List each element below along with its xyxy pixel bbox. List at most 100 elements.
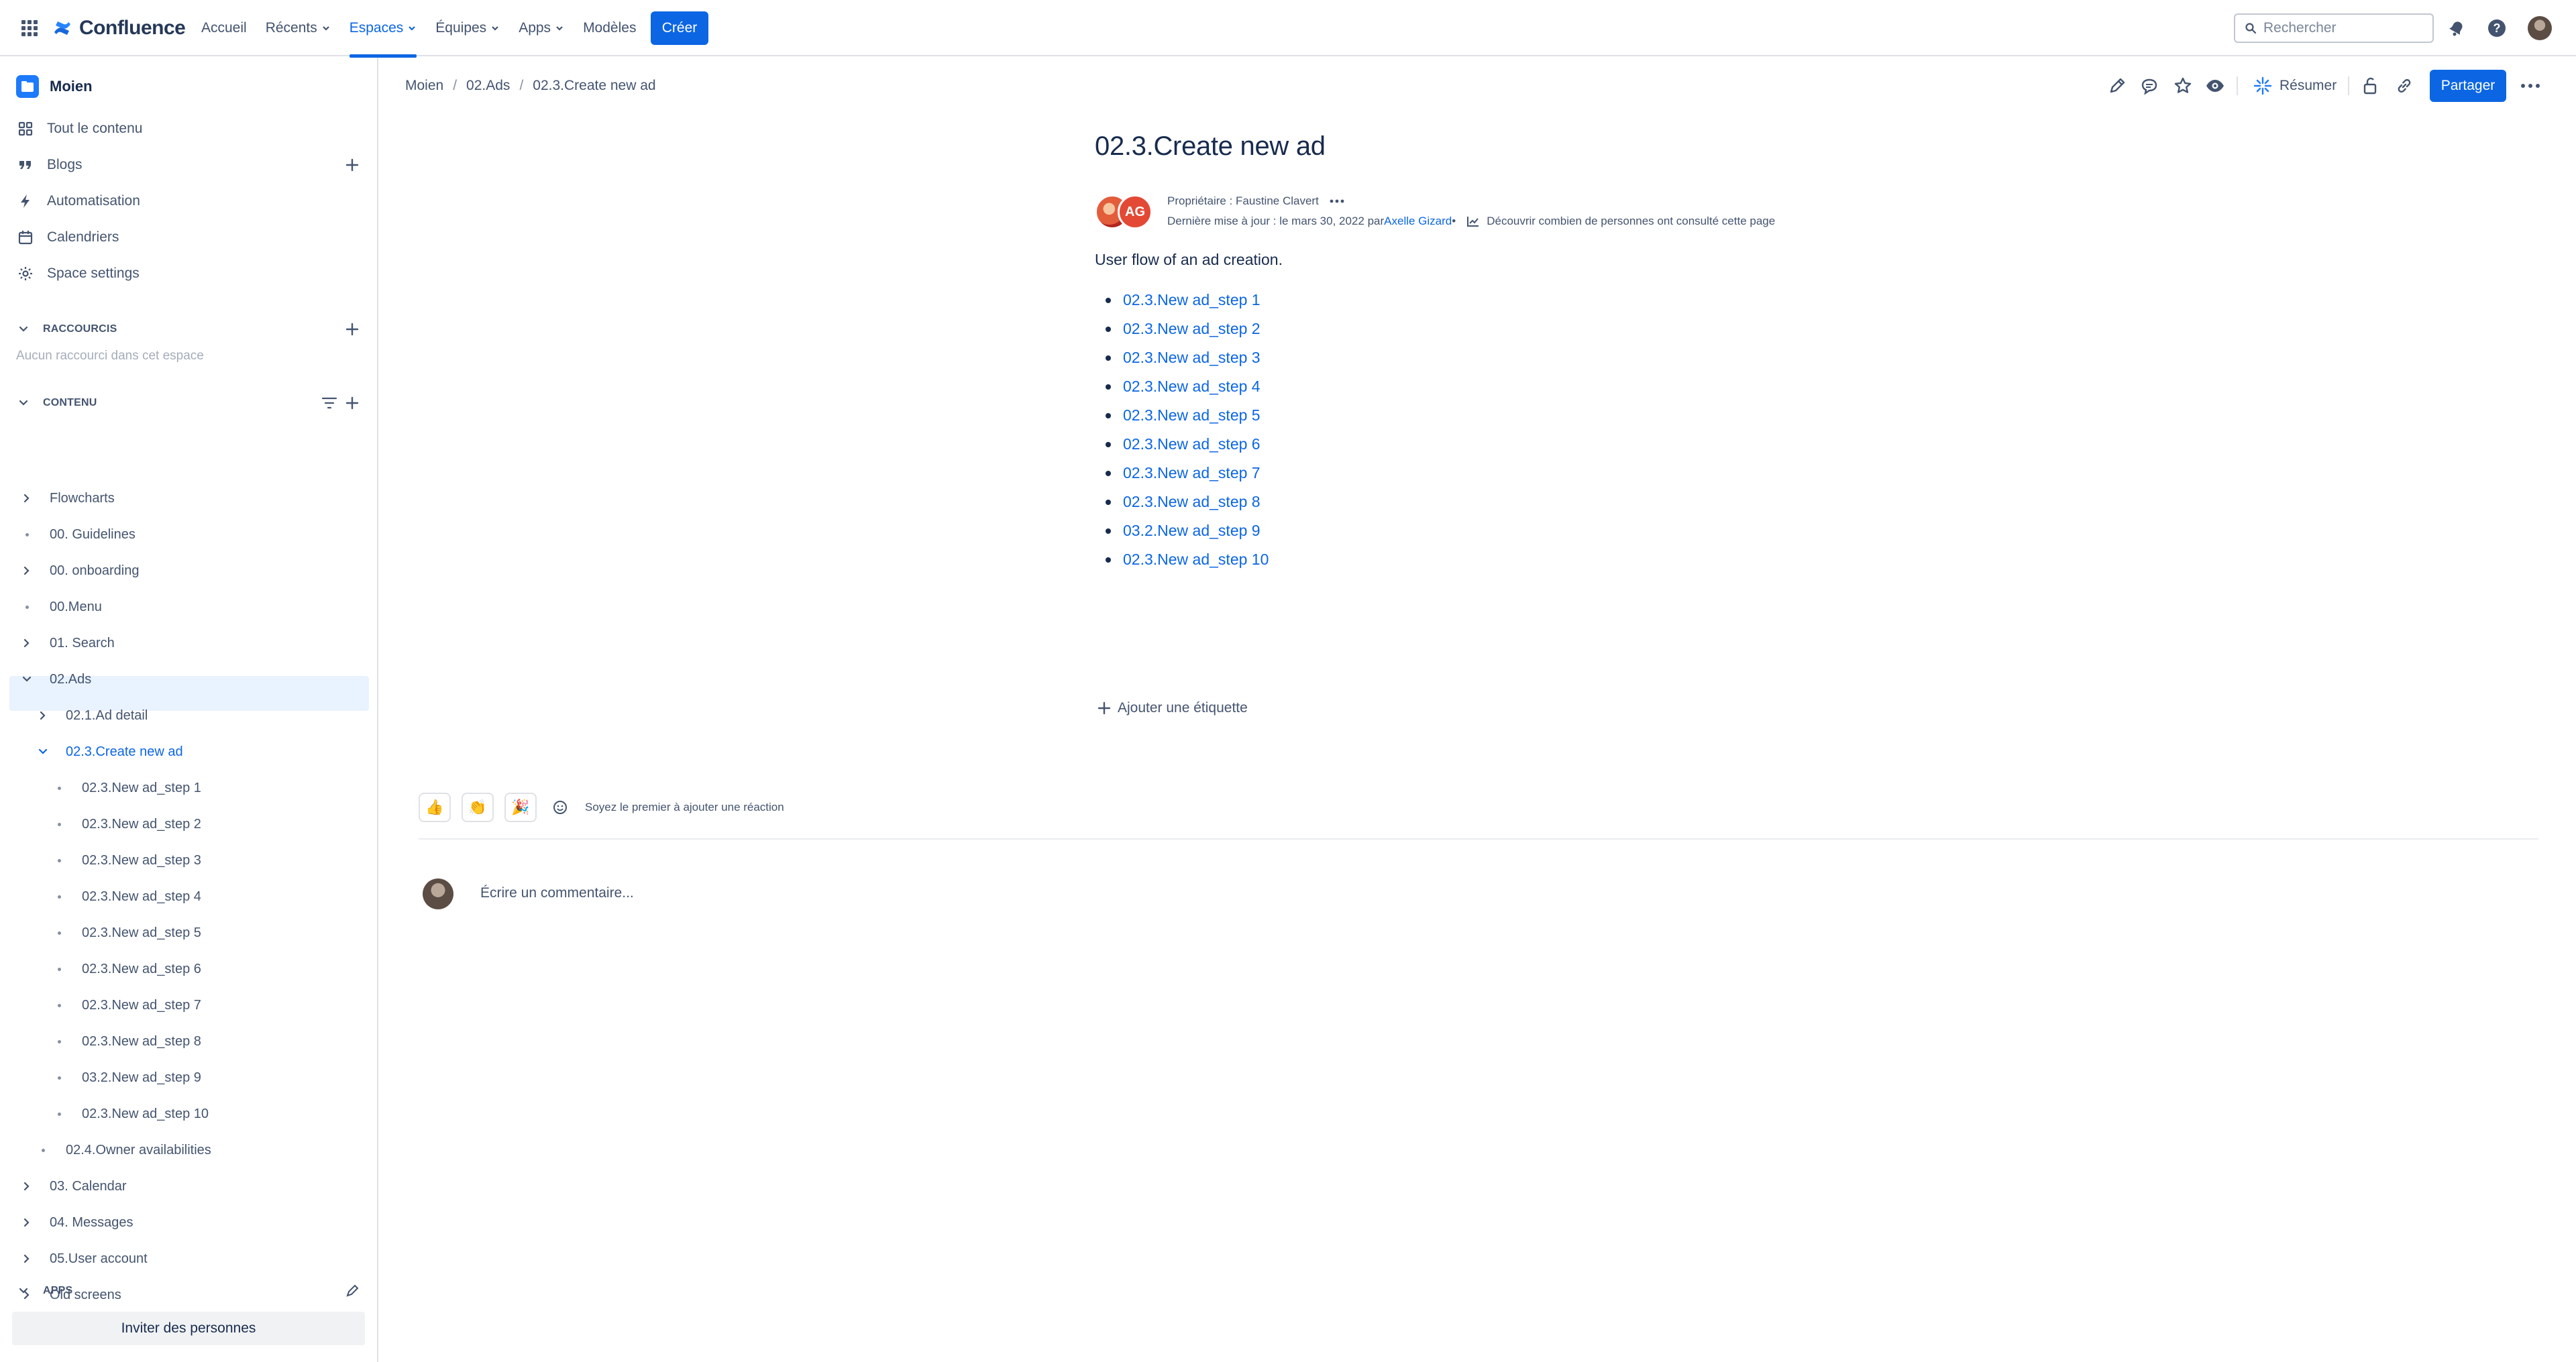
expand-toggle[interactable] [19,671,35,687]
thumbs-up-reaction[interactable]: 👍 [419,793,451,822]
tree-item[interactable]: 04. Messages [19,1206,133,1239]
expand-toggle[interactable] [19,635,35,651]
step-link[interactable]: 02.3.New ad_step 5 [1123,406,1260,424]
add-blog-button[interactable] [343,156,362,174]
add-reaction-button[interactable] [547,794,574,821]
expand-toggle[interactable] [19,490,35,506]
notifications-icon[interactable] [2446,17,2467,39]
add-content-button[interactable] [343,394,362,412]
tree-item[interactable]: 02.3.New ad_step 3 [51,844,201,877]
tree-item[interactable]: 02.3.New ad_step 5 [51,916,201,950]
expand-toggle[interactable] [35,744,51,760]
user-avatar[interactable] [2528,16,2552,40]
sidebar-item-space-settings[interactable]: Space settings [16,260,365,287]
bullet-dot [51,1106,67,1122]
tree-item[interactable]: 01. Search [19,626,115,660]
tree-item[interactable]: 02.3.New ad_step 2 [51,807,201,841]
tree-item[interactable]: 02.3.New ad_step 8 [51,1025,201,1058]
step-link[interactable]: 02.3.New ad_step 10 [1123,551,1269,569]
search-field[interactable] [2234,13,2434,43]
tree-item[interactable]: 00. Guidelines [19,518,136,551]
dot-icon [57,1003,61,1007]
tree-item[interactable]: 02.1.Ad detail [35,699,148,732]
tree-item[interactable]: 00.Menu [19,590,102,624]
step-link[interactable]: 02.3.New ad_step 6 [1123,435,1260,453]
breadcrumb-item[interactable]: 02.3.Create new ad [533,78,655,94]
add-shortcut-button[interactable] [343,320,362,339]
expand-toggle[interactable] [19,563,35,579]
expand-toggle[interactable] [19,1178,35,1194]
step-link[interactable]: 02.3.New ad_step 7 [1123,464,1260,482]
tree-item[interactable]: Flowcharts [19,481,115,515]
step-link[interactable]: 02.3.New ad_step 8 [1123,493,1260,511]
more-icon[interactable] [1330,199,1344,203]
step-link[interactable]: 02.3.New ad_step 4 [1123,378,1260,396]
space-header[interactable]: Moien [16,75,93,98]
tree-item[interactable]: 02.3.Create new ad [35,735,183,769]
apps-section-header[interactable]: APPS [16,1280,72,1302]
step-link[interactable]: 02.3.New ad_step 1 [1123,291,1260,309]
app-switcher-icon[interactable] [19,17,40,39]
add-label-button[interactable]: Ajouter une étiquette [1097,700,1248,716]
nav-item-4[interactable]: Apps [509,0,574,56]
tree-item[interactable]: 02.3.New ad_step 7 [51,988,201,1022]
nav-item-1[interactable]: Récents [256,0,340,56]
breadcrumb-item[interactable]: Moien [405,78,443,94]
invite-people-button[interactable]: Inviter des personnes [12,1312,365,1345]
copy-link-button[interactable] [2392,74,2416,98]
comment-input[interactable]: Écrire un commentaire... [480,885,634,901]
content-section-header[interactable]: CONTENU [16,392,97,414]
sidebar-item-all-content[interactable]: Tout le contenu [16,115,365,142]
tree-item[interactable]: 02.3.New ad_step 4 [51,880,201,913]
list-item: 02.3.New ad_step 3 [1095,343,1269,372]
sidebar-item-automation[interactable]: Automatisation [16,188,365,215]
tree-item[interactable]: 02.3.New ad_step 10 [51,1097,209,1131]
tree-item[interactable]: 02.4.Owner availabilities [35,1133,211,1167]
sidebar-item-calendars[interactable]: Calendriers [16,224,365,251]
dot-icon [57,1076,61,1080]
share-button[interactable]: Partager [2430,70,2506,102]
clap-reaction[interactable]: 👏 [462,793,494,822]
restrictions-button[interactable] [2359,74,2383,98]
party-reaction[interactable]: 🎉 [504,793,537,822]
shortcuts-section-header[interactable]: RACCOURCIS [16,318,117,341]
edit-apps-button[interactable] [343,1282,362,1300]
search-input[interactable] [2263,20,2418,36]
bullet-dot [19,526,35,543]
tree-item[interactable]: 03.2.New ad_step 9 [51,1061,201,1094]
bullet-dot [19,599,35,615]
nav-item-5[interactable]: Modèles [574,0,645,56]
nav-item-2[interactable]: Espaces [340,0,427,58]
confluence-logo[interactable]: Confluence [52,13,186,43]
step-link[interactable]: 02.3.New ad_step 3 [1123,349,1260,367]
star-button[interactable] [2171,74,2195,98]
help-icon[interactable]: ? [2486,17,2508,39]
comment-button[interactable] [2137,74,2161,98]
tree-item-label: 03.2.New ad_step 9 [82,1070,201,1085]
breadcrumb-item[interactable]: 02.Ads [466,78,510,94]
tree-item[interactable]: 02.Ads [19,663,91,696]
expand-toggle[interactable] [19,1251,35,1267]
more-actions-button[interactable] [2518,74,2542,98]
tree-item[interactable]: 02.3.New ad_step 6 [51,952,201,986]
tree-item[interactable]: 05.User account [19,1242,148,1275]
expand-toggle[interactable] [35,707,51,724]
create-button[interactable]: Créer [651,11,708,45]
watch-button[interactable] [2203,74,2227,98]
nav-item-3[interactable]: Équipes [426,0,509,56]
sidebar-item-blogs[interactable]: Blogs [16,152,365,178]
tree-item[interactable]: 02.3.New ad_step 1 [51,771,201,805]
nav-item-0[interactable]: Accueil [192,0,256,56]
step-link[interactable]: 02.3.New ad_step 2 [1123,320,1260,338]
step-link[interactable]: 03.2.New ad_step 9 [1123,522,1260,540]
filter-content-button[interactable] [320,394,339,412]
updated-author-link[interactable]: Axelle Gizard [1384,215,1452,228]
page-views-link[interactable]: Découvrir combien de personnes ont consu… [1466,215,1775,228]
summarize-button[interactable]: Résumer [2253,74,2337,98]
expand-toggle[interactable] [19,1214,35,1231]
tree-item[interactable]: 03. Calendar [19,1170,127,1203]
contributor-avatar[interactable]: AG [1118,194,1152,229]
commenter-avatar [423,878,453,909]
tree-item[interactable]: 00. onboarding [19,554,139,587]
edit-page-button[interactable] [2105,74,2129,98]
